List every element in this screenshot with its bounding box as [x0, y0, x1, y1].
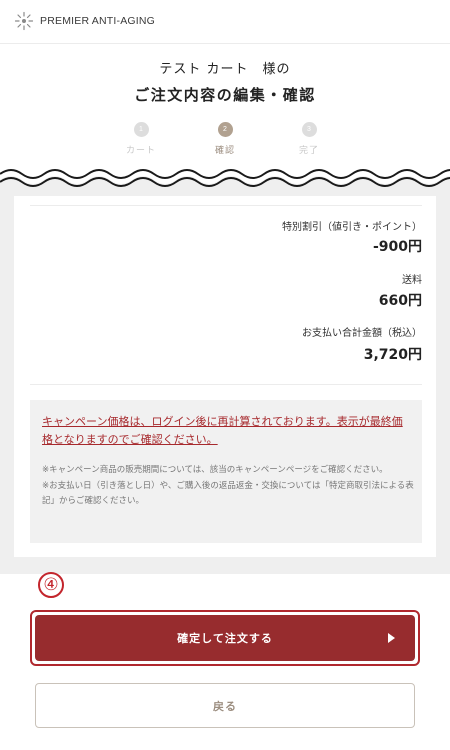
step-complete: 3 完了 — [279, 122, 339, 156]
page-title: ご注文内容の編集・確認 — [134, 86, 316, 104]
torn-edge-divider — [0, 169, 450, 196]
grand-total-label: お支払い合計金額（税込） — [302, 328, 422, 339]
campaign-notes: ※キャンペーン商品の販売期間については、該当のキャンペーンページをご確認ください… — [42, 463, 414, 510]
discount-label: 特別割引（値引き・ポイント） — [282, 222, 422, 233]
back-label: 戻る — [213, 699, 237, 713]
step-label: 完了 — [298, 146, 319, 156]
step-marker-annotation: ④ — [38, 572, 64, 598]
grand-total-value: 3,720円 — [363, 347, 422, 363]
brand-logo[interactable]: PREMIER ANTI-AGING — [14, 11, 155, 31]
order-title-area: テスト カート 様の ご注文内容の編集・確認 1 カート 2 確認 3 完了 — [0, 44, 450, 174]
note-sales-period: ※キャンペーン商品の販売期間については、該当のキャンペーンページをご確認ください… — [42, 465, 388, 475]
step-number: 2 — [217, 122, 233, 137]
note-payment-returns: ※お支払い日（引き落とし日）や、ご購入後の返品返金・交換については「特定商取引法… — [42, 480, 414, 507]
brand-name: PREMIER ANTI-AGING — [40, 15, 156, 27]
play-triangle-icon — [388, 633, 395, 643]
step-confirm: 2 確認 — [195, 122, 255, 156]
place-order-label: 確定して注文する — [177, 632, 273, 645]
shipping-label: 送料 — [402, 275, 422, 286]
order-totals: 特別割引（値引き・ポイント） -900円 送料 660円 お支払い合計金額（税込… — [30, 205, 422, 385]
site-header: PREMIER ANTI-AGING — [0, 0, 450, 44]
step-label: カート — [125, 146, 156, 156]
step-label: 確認 — [214, 146, 235, 156]
discount-value: -900円 — [372, 239, 422, 255]
place-order-button[interactable]: 確定して注文する — [35, 615, 415, 661]
back-button[interactable]: 戻る — [35, 683, 415, 728]
step-cart: 1 カート — [111, 122, 171, 156]
sunburst-logo-icon — [14, 11, 34, 31]
step-number: 1 — [133, 122, 149, 137]
campaign-price-notice: キャンペーン価格は、ログイン後に再計算されております。表示が最終価格となりますの… — [42, 415, 403, 446]
campaign-notice: キャンペーン価格は、ログイン後に再計算されております。表示が最終価格となりますの… — [30, 400, 422, 543]
customer-name: テスト カート 様の — [159, 62, 291, 77]
step-number: 3 — [301, 122, 317, 137]
shipping-value: 660円 — [378, 293, 422, 309]
